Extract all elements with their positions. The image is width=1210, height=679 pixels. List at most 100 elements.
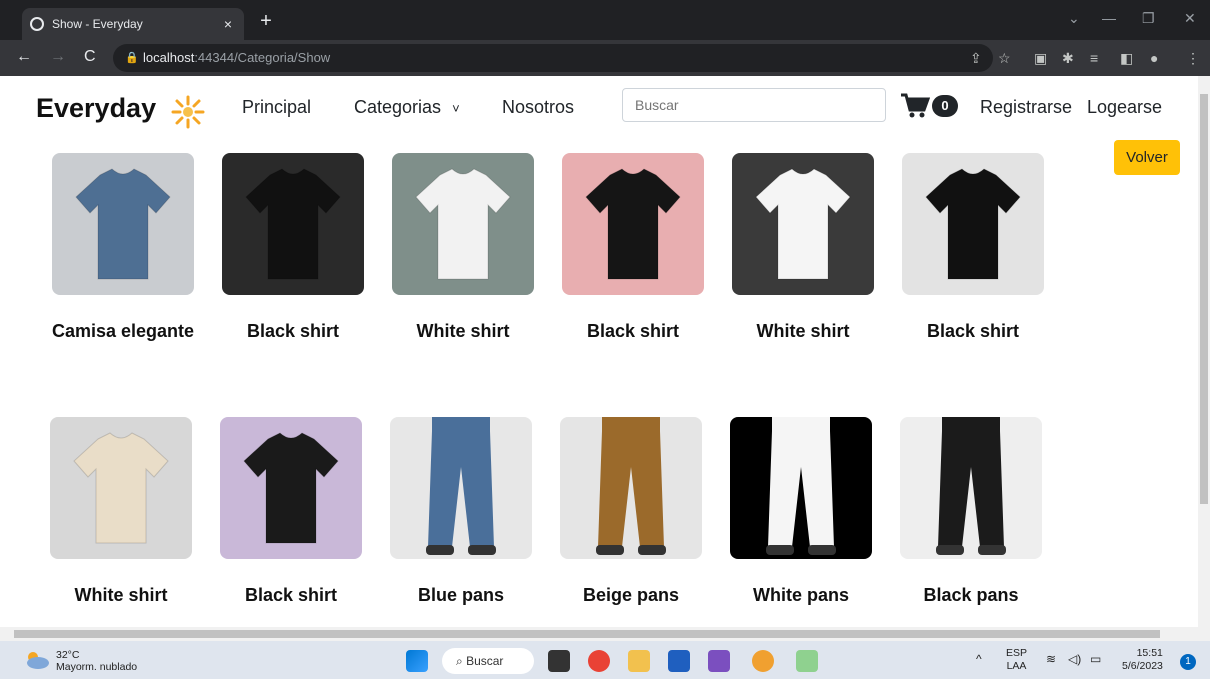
- product-image[interactable]: [562, 153, 704, 295]
- wifi-icon[interactable]: ≋: [1046, 653, 1056, 666]
- product-card[interactable]: Black shirt: [222, 153, 382, 341]
- bookmark-star-icon[interactable]: ☆: [998, 50, 1011, 67]
- product-image[interactable]: [730, 417, 872, 559]
- nav-dropdown-categorias[interactable]: Categorias ˅: [354, 97, 460, 118]
- minimize-button[interactable]: —: [1102, 10, 1116, 26]
- visual-studio-icon[interactable]: [708, 650, 730, 672]
- product-card[interactable]: Black shirt: [220, 417, 380, 605]
- product-card[interactable]: White pans: [730, 417, 890, 605]
- weather-temp: 32°C: [56, 649, 80, 661]
- login-link[interactable]: Logearse: [1087, 97, 1162, 118]
- nav-link-principal[interactable]: Principal: [242, 97, 311, 118]
- task-view-icon[interactable]: [548, 650, 570, 672]
- browser-toolbar: ← → C 🔒 localhost:44344/Categoria/Show ⇪…: [0, 40, 1210, 76]
- start-icon[interactable]: [406, 650, 428, 672]
- product-name[interactable]: White shirt: [378, 321, 548, 342]
- reading-list-icon[interactable]: ≡: [1090, 50, 1098, 66]
- snipping-tool-icon[interactable]: [796, 650, 818, 672]
- product-card[interactable]: White shirt: [392, 153, 552, 341]
- new-tab-button[interactable]: +: [254, 10, 278, 33]
- shirt-image: [243, 432, 339, 544]
- product-image[interactable]: [392, 153, 534, 295]
- product-image[interactable]: [560, 417, 702, 559]
- product-name[interactable]: Blue pans: [376, 585, 546, 606]
- menu-dots-icon[interactable]: ⋮: [1186, 50, 1200, 67]
- horizontal-scrollbar[interactable]: [0, 627, 1210, 641]
- windows-taskbar: 32°C Mayorm. nublado ⌕ Buscar ^ ESP LAA …: [0, 641, 1210, 679]
- layout-code: LAA: [1006, 660, 1027, 672]
- product-name[interactable]: Black shirt: [206, 585, 376, 606]
- app-icon[interactable]: [752, 650, 774, 672]
- product-card[interactable]: Black shirt: [562, 153, 722, 341]
- scrollbar-thumb[interactable]: [14, 630, 1160, 638]
- address-bar[interactable]: 🔒 localhost:44344/Categoria/Show: [113, 44, 993, 72]
- shirt-image: [925, 168, 1021, 280]
- product-name[interactable]: White pans: [716, 585, 886, 606]
- product-image[interactable]: [732, 153, 874, 295]
- pants-image: [766, 417, 836, 555]
- vertical-scrollbar[interactable]: [1198, 76, 1210, 627]
- product-card[interactable]: Blue pans: [390, 417, 550, 605]
- product-card[interactable]: White shirt: [50, 417, 210, 605]
- pants-image: [936, 417, 1006, 555]
- product-name[interactable]: White shirt: [718, 321, 888, 342]
- nav-dropdown-label: Categorias: [354, 97, 442, 117]
- reload-icon[interactable]: C: [84, 48, 96, 66]
- volume-icon[interactable]: ◁): [1068, 653, 1081, 666]
- product-image[interactable]: [902, 153, 1044, 295]
- restore-button[interactable]: ❐: [1142, 10, 1155, 27]
- product-card[interactable]: Black pans: [900, 417, 1060, 605]
- nav-link-nosotros[interactable]: Nosotros: [502, 97, 574, 118]
- product-card[interactable]: Beige pans: [560, 417, 720, 605]
- browser-tab[interactable]: Show - Everyday ×: [22, 8, 244, 40]
- product-card[interactable]: Black shirt: [902, 153, 1062, 341]
- tab-search-icon[interactable]: ⌄: [1068, 10, 1080, 27]
- cart-count-badge: 0: [932, 95, 958, 117]
- pants-image: [426, 417, 496, 555]
- product-name[interactable]: Camisa elegante: [38, 321, 208, 342]
- tab-close-button[interactable]: ×: [220, 16, 236, 32]
- forward-arrow-icon[interactable]: →: [50, 48, 66, 66]
- product-image[interactable]: [222, 153, 364, 295]
- product-name[interactable]: White shirt: [36, 585, 206, 606]
- product-image[interactable]: [900, 417, 1042, 559]
- product-name[interactable]: Black shirt: [548, 321, 718, 342]
- battery-icon[interactable]: ▭: [1090, 653, 1101, 666]
- chrome-icon[interactable]: [588, 650, 610, 672]
- side-panel-icon[interactable]: ◧: [1120, 50, 1133, 67]
- language-indicator[interactable]: ESP LAA: [1006, 647, 1027, 673]
- weather-widget[interactable]: 32°C Mayorm. nublado: [24, 649, 137, 673]
- share-icon[interactable]: ⇪: [970, 50, 982, 67]
- product-image[interactable]: [52, 153, 194, 295]
- chevron-up-icon[interactable]: ^: [976, 653, 982, 666]
- chevron-down-icon: ˅: [452, 101, 460, 116]
- tab-title: Show - Everyday: [52, 17, 143, 31]
- translate-extension-icon[interactable]: ▣: [1034, 50, 1047, 67]
- back-button[interactable]: Volver: [1114, 140, 1180, 175]
- product-card[interactable]: Camisa elegante: [52, 153, 212, 341]
- back-arrow-icon[interactable]: ←: [16, 48, 32, 66]
- store-icon[interactable]: [668, 650, 690, 672]
- notification-badge[interactable]: 1: [1180, 654, 1196, 670]
- product-name[interactable]: Black shirt: [208, 321, 378, 342]
- product-image[interactable]: [50, 417, 192, 559]
- clock[interactable]: 15:51 5/6/2023: [1122, 647, 1163, 673]
- profile-icon[interactable]: ●: [1150, 50, 1158, 66]
- extensions-icon[interactable]: ✱: [1062, 50, 1074, 67]
- product-card[interactable]: White shirt: [732, 153, 892, 341]
- product-name[interactable]: Black pans: [886, 585, 1056, 606]
- file-explorer-icon[interactable]: [628, 650, 650, 672]
- scrollbar-thumb[interactable]: [1200, 94, 1208, 504]
- lock-icon: 🔒: [125, 52, 139, 64]
- product-image[interactable]: [390, 417, 532, 559]
- cart-icon[interactable]: [900, 92, 930, 120]
- register-link[interactable]: Registrarse: [980, 97, 1072, 118]
- product-name[interactable]: Black shirt: [888, 321, 1058, 342]
- product-name[interactable]: Beige pans: [546, 585, 716, 606]
- search-input[interactable]: [622, 88, 886, 122]
- product-image[interactable]: [220, 417, 362, 559]
- taskbar-search[interactable]: ⌕ Buscar: [442, 648, 534, 674]
- brand-logo[interactable]: Everyday: [36, 93, 156, 124]
- shirt-image: [75, 168, 171, 280]
- window-close-button[interactable]: ✕: [1184, 10, 1196, 27]
